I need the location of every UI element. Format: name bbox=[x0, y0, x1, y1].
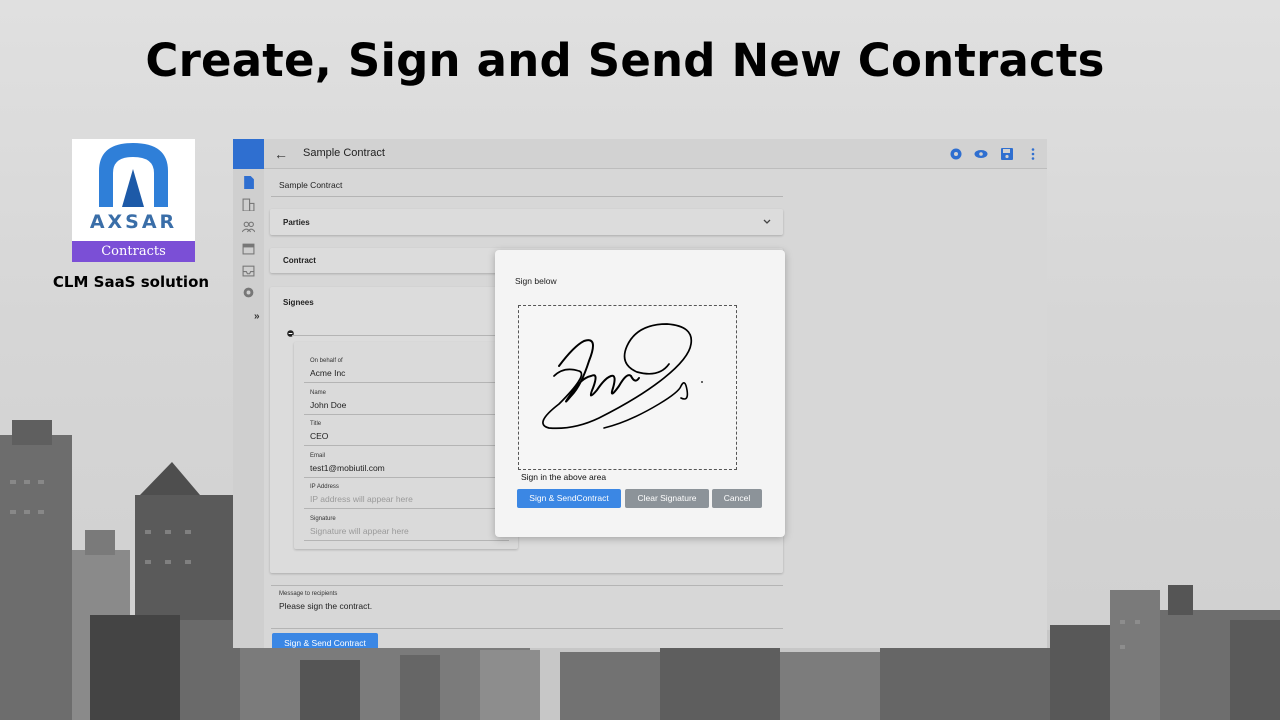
logo-arch-icon bbox=[99, 143, 168, 207]
ip-address-placeholder: IP address will appear here bbox=[310, 494, 413, 504]
signature-placeholder: Signature will appear here bbox=[310, 526, 409, 536]
on-behalf-label: On behalf of bbox=[310, 358, 343, 364]
people-icon[interactable] bbox=[242, 220, 255, 233]
contract-name-value[interactable]: Sample Contract bbox=[279, 180, 342, 190]
document-icon[interactable] bbox=[242, 176, 255, 189]
save-icon[interactable] bbox=[1000, 147, 1014, 161]
cancel-button[interactable]: Cancel bbox=[712, 489, 762, 508]
gear-icon[interactable] bbox=[949, 147, 963, 161]
settings-icon[interactable] bbox=[242, 286, 255, 299]
message-underline bbox=[271, 628, 783, 629]
sign-hint: Sign in the above area bbox=[521, 472, 607, 482]
clear-signature-button[interactable]: Clear Signature bbox=[625, 489, 709, 508]
logo-contracts-band: Contracts bbox=[72, 241, 195, 262]
message-value[interactable]: Please sign the contract. bbox=[279, 601, 372, 611]
ip-address-label: IP Address bbox=[310, 484, 339, 490]
parties-panel[interactable]: Parties bbox=[270, 209, 783, 235]
signature-pad[interactable] bbox=[518, 305, 737, 470]
app-title: Sample Contract bbox=[303, 147, 385, 159]
message-top-line bbox=[271, 585, 783, 586]
signature-dialog: Sign below Sign in the above area Sign &… bbox=[495, 250, 785, 537]
tagline: CLM SaaS solution bbox=[52, 273, 210, 291]
field-underline bbox=[304, 540, 509, 541]
sidebar: » bbox=[233, 139, 264, 648]
calendar-icon[interactable] bbox=[242, 242, 255, 255]
sign-prompt: Sign below bbox=[515, 276, 557, 286]
name-underline bbox=[271, 196, 783, 197]
more-vert-icon[interactable] bbox=[1026, 147, 1040, 161]
chevron-down-icon[interactable] bbox=[763, 219, 771, 225]
on-behalf-value[interactable]: Acme Inc bbox=[310, 368, 345, 378]
name-value[interactable]: John Doe bbox=[310, 400, 346, 410]
page-headline: Create, Sign and Send New Contracts bbox=[145, 34, 1105, 87]
title-value[interactable]: CEO bbox=[310, 431, 328, 441]
field-underline bbox=[304, 508, 509, 509]
signees-label: Signees bbox=[283, 298, 314, 307]
name-label: Name bbox=[310, 390, 327, 396]
parties-label: Parties bbox=[283, 218, 310, 227]
sidebar-expand-button[interactable]: » bbox=[254, 311, 260, 322]
building-icon[interactable] bbox=[242, 198, 255, 211]
signature-stroke bbox=[542, 323, 703, 430]
field-underline bbox=[304, 477, 509, 478]
app-toolbar: ← Sample Contract bbox=[264, 139, 1047, 169]
contract-label: Contract bbox=[283, 256, 316, 265]
eye-icon[interactable] bbox=[974, 147, 988, 161]
logo-wordmark: AXSAR bbox=[89, 211, 178, 233]
field-underline bbox=[304, 445, 509, 446]
field-underline bbox=[304, 382, 509, 383]
signature-label: Signature bbox=[310, 516, 336, 522]
message-label: Message to recipients bbox=[279, 591, 338, 597]
email-label: Email bbox=[310, 453, 326, 459]
sidebar-header bbox=[233, 139, 264, 169]
back-arrow-icon[interactable]: ← bbox=[274, 146, 288, 162]
signee-card: On behalf of Acme Inc Name John Doe Titl… bbox=[294, 342, 518, 549]
axsar-logo: AXSAR Contracts bbox=[72, 139, 195, 262]
inbox-icon[interactable] bbox=[242, 264, 255, 277]
sign-and-send-button[interactable]: Sign & SendContract bbox=[517, 489, 621, 508]
email-value[interactable]: test1@mobiutil.com bbox=[310, 463, 385, 473]
field-underline bbox=[304, 414, 509, 415]
sign-and-send-contract-button[interactable]: Sign & Send Contract bbox=[272, 633, 378, 648]
title-label: Title bbox=[310, 421, 322, 427]
